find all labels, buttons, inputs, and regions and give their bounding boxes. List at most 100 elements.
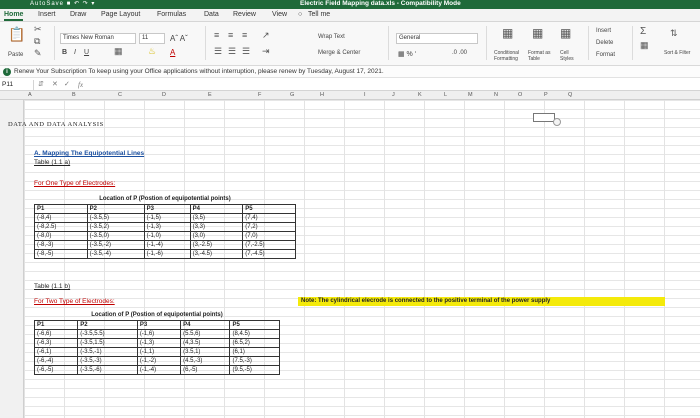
- data-cell[interactable]: (5.5,6): [180, 328, 231, 339]
- data-cell[interactable]: (-6,-5): [33, 364, 79, 375]
- sort-filter-icon[interactable]: ⇅: [670, 28, 678, 39]
- merge-center-button[interactable]: Merge & Center: [318, 50, 360, 56]
- tab-view[interactable]: View: [272, 11, 287, 18]
- align-middle-icon[interactable]: ≡: [228, 30, 233, 40]
- format-painter-icon[interactable]: ✎: [34, 48, 42, 59]
- data-cell[interactable]: (-1,3): [143, 221, 191, 232]
- data-cell[interactable]: (7,-2.5): [242, 239, 296, 250]
- column-header-b[interactable]: B: [72, 92, 76, 98]
- conditional-formatting-icon[interactable]: ▦: [502, 26, 513, 40]
- column-header-i[interactable]: I: [364, 92, 366, 98]
- fx-label[interactable]: fx: [78, 80, 83, 90]
- font-size-select[interactable]: 11: [139, 33, 165, 44]
- column-header-h[interactable]: H: [320, 92, 324, 98]
- column-header-m[interactable]: M: [468, 92, 473, 98]
- data-cell[interactable]: (-3.5,1.5): [77, 337, 138, 348]
- data-cell[interactable]: (-3.5,-3): [77, 355, 138, 366]
- cut-icon[interactable]: ✂: [34, 24, 42, 35]
- format-button[interactable]: Format: [596, 52, 615, 58]
- align-left-icon[interactable]: ☰: [214, 46, 222, 57]
- header-cell[interactable]: P3: [143, 203, 191, 214]
- data-cell[interactable]: (8,4.5): [229, 328, 280, 339]
- data-cell[interactable]: (-1,-4): [143, 239, 191, 250]
- data-cell[interactable]: (9.5,-5): [229, 364, 280, 375]
- data-cell[interactable]: (-1,5): [143, 212, 191, 223]
- data-cell[interactable]: (7,2): [242, 221, 296, 232]
- orientation-icon[interactable]: ↗: [262, 30, 270, 41]
- column-header-f[interactable]: F: [258, 92, 261, 98]
- data-cell[interactable]: (4.5,-3): [180, 355, 231, 366]
- borders-icon[interactable]: ▦: [114, 46, 123, 57]
- data-cell[interactable]: (-3.5,-1): [77, 346, 138, 357]
- data-cell[interactable]: (-3.5,-2): [86, 239, 145, 250]
- format-table-icon[interactable]: ▦: [532, 26, 543, 40]
- data-cell[interactable]: (7,0): [242, 230, 296, 241]
- data-cell[interactable]: (4,3.5): [180, 337, 231, 348]
- data-cell[interactable]: (-3.5,0): [86, 230, 145, 241]
- data-cell[interactable]: (-3.5,-4): [86, 248, 145, 259]
- column-header-a[interactable]: A: [28, 92, 32, 98]
- header-cell[interactable]: P3: [136, 319, 182, 330]
- italic-button[interactable]: I: [74, 49, 76, 56]
- data-cell[interactable]: (-3.5,5.5): [77, 328, 138, 339]
- header-cell[interactable]: P5: [229, 319, 280, 330]
- column-header-d[interactable]: D: [162, 92, 166, 98]
- data-cell[interactable]: (-3.5,-6): [77, 364, 138, 375]
- underline-button[interactable]: U: [84, 49, 89, 56]
- column-header-j[interactable]: J: [392, 92, 395, 98]
- paste-icon[interactable]: 📋: [8, 26, 25, 43]
- data-cell[interactable]: (3,3): [189, 221, 244, 232]
- spreadsheet-grid[interactable]: DATA AND DATA ANALYSIS A. Mapping The Eq…: [0, 100, 700, 418]
- data-cell[interactable]: (-6,-4): [33, 355, 79, 366]
- column-header-p[interactable]: P: [544, 92, 548, 98]
- name-box[interactable]: P11: [0, 80, 34, 90]
- cell-styles-icon[interactable]: ▦: [560, 26, 571, 40]
- wrap-text-button[interactable]: Wrap Text: [318, 34, 345, 40]
- align-right-icon[interactable]: ☰: [242, 46, 250, 57]
- data-cell[interactable]: (-8,2.5): [34, 221, 88, 232]
- fill-color-icon[interactable]: ♨: [148, 46, 156, 57]
- column-header-q[interactable]: Q: [568, 92, 572, 98]
- data-cell[interactable]: (6.5,2): [229, 337, 280, 348]
- rotate-handle-icon[interactable]: [553, 118, 561, 126]
- grow-font-icon[interactable]: Aˆ Aˇ: [170, 34, 188, 43]
- decimal-buttons[interactable]: .0 .00: [452, 50, 467, 56]
- currency-percent-buttons[interactable]: ▦ % ‘: [398, 50, 416, 58]
- data-cell[interactable]: (-1,6): [136, 328, 182, 339]
- column-header-o[interactable]: O: [518, 92, 522, 98]
- data-cell[interactable]: (-8,-5): [34, 248, 88, 259]
- data-cell[interactable]: (3,5): [189, 212, 244, 223]
- autosum-icon[interactable]: Σ: [640, 26, 646, 37]
- header-cell[interactable]: P5: [242, 203, 296, 214]
- delete-button[interactable]: Delete: [596, 40, 613, 46]
- align-center-icon[interactable]: ☰: [228, 46, 236, 57]
- confirm-icon[interactable]: ✓: [64, 80, 70, 90]
- header-cell[interactable]: P1: [34, 203, 88, 214]
- data-cell[interactable]: (-3.5,2): [86, 221, 145, 232]
- align-bottom-icon[interactable]: ≡: [242, 30, 247, 40]
- tab-draw[interactable]: Draw: [70, 11, 86, 18]
- data-cell[interactable]: (-1,-6): [143, 248, 191, 259]
- quick-access-toolbar[interactable]: AutoSave ■ ↶ ↷ ▾: [30, 0, 95, 7]
- data-cell[interactable]: (-8,-3): [34, 239, 88, 250]
- data-cell[interactable]: (-1,0): [143, 230, 191, 241]
- column-header-c[interactable]: C: [118, 92, 122, 98]
- tab-review[interactable]: Review: [233, 11, 256, 18]
- data-cell[interactable]: (7.5,-3): [229, 355, 280, 366]
- name-box-stepper-icon[interactable]: ⇵: [38, 80, 44, 90]
- data-cell[interactable]: (7,4): [242, 212, 296, 223]
- data-cell[interactable]: (-1,1): [136, 346, 182, 357]
- insert-button[interactable]: Insert: [596, 28, 611, 34]
- data-cell[interactable]: (-8,4): [34, 212, 88, 223]
- column-header-g[interactable]: G: [290, 92, 294, 98]
- fill-icon[interactable]: ▦: [640, 40, 649, 51]
- tab-page-layout[interactable]: Page Layout: [101, 11, 140, 18]
- data-cell[interactable]: (3.5,1): [180, 346, 231, 357]
- column-header-e[interactable]: E: [208, 92, 212, 98]
- header-cell[interactable]: P1: [33, 319, 79, 330]
- data-cell[interactable]: (-1,-4): [136, 364, 182, 375]
- tell-me-search[interactable]: Tell me: [308, 11, 330, 18]
- floating-shape[interactable]: [533, 113, 555, 122]
- header-cell[interactable]: P2: [86, 203, 145, 214]
- data-cell[interactable]: (6,1): [229, 346, 280, 357]
